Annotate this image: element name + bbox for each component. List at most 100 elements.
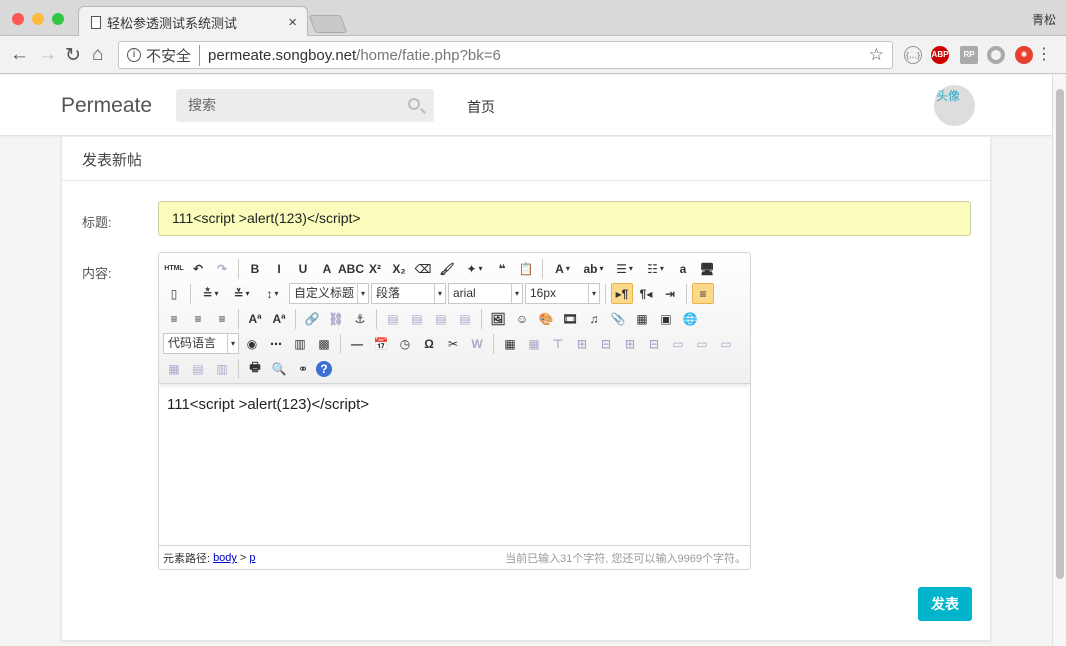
imageright-icon[interactable]: ▤ [430, 308, 452, 329]
splittocells-icon[interactable]: ▦ [163, 358, 185, 379]
circle-extension-icon[interactable] [987, 46, 1005, 64]
scrollbar-thumb[interactable] [1056, 89, 1064, 579]
title-input[interactable]: 111<script >alert(123)</script> [158, 201, 971, 236]
mergecells-icon[interactable]: ▭ [667, 333, 689, 354]
backcolor-icon[interactable]: ab [579, 258, 608, 279]
undo-icon[interactable]: ↶ [187, 258, 209, 279]
search-preview-icon[interactable]: 🔍 [268, 358, 290, 379]
imagecenter-icon[interactable]: ▤ [454, 308, 476, 329]
wordimage-icon[interactable]: ✂ [442, 333, 464, 354]
touppercase-icon[interactable]: Aª [244, 308, 266, 329]
paragraph-select[interactable]: 段落 [371, 283, 446, 304]
unordered-list-icon[interactable]: ☷ [641, 258, 670, 279]
scrollbar[interactable] [1052, 75, 1066, 646]
background-icon[interactable]: ▩ [313, 333, 335, 354]
selectall-icon[interactable]: a [672, 258, 694, 279]
template-icon[interactable]: ▥ [289, 333, 311, 354]
deletecol-icon[interactable]: ⊟ [643, 333, 665, 354]
rowspacing-bottom-icon[interactable]: ≚ [227, 283, 256, 304]
mergedown-icon[interactable]: ▭ [715, 333, 737, 354]
font-select[interactable]: arial [448, 283, 523, 304]
anchor-icon[interactable]: ⚓ [349, 308, 371, 329]
bold-icon[interactable]: B [244, 258, 266, 279]
code-select[interactable]: 代码语言 [163, 333, 239, 354]
splittocols-icon[interactable]: ▥ [211, 358, 233, 379]
unlink-icon[interactable]: ⛓ [325, 308, 347, 329]
emotion-icon[interactable]: ☺ [511, 308, 533, 329]
fire-extension-icon[interactable]: ✺ [1015, 46, 1033, 64]
snapscreen-icon[interactable]: W [466, 333, 488, 354]
brand-logo[interactable]: Permeate [61, 94, 152, 118]
formatmatch-icon[interactable]: 🖌 [436, 258, 458, 279]
rowspacing-top-icon[interactable]: ≛ [196, 283, 225, 304]
mergeright-icon[interactable]: ▭ [691, 333, 713, 354]
ordered-list-icon[interactable]: ☰ [610, 258, 639, 279]
autotypeset-icon[interactable]: ✦ [460, 258, 489, 279]
html-icon[interactable]: HTML [163, 258, 185, 279]
redo-icon[interactable]: ↷ [211, 258, 233, 279]
size-select[interactable]: 16px [525, 283, 600, 304]
justifyleft-icon[interactable]: ≡ [692, 283, 714, 304]
home-icon[interactable]: ⌂ [92, 44, 103, 66]
reload-icon[interactable]: ↻ [65, 44, 81, 67]
deletetable-icon[interactable]: ▦ [523, 333, 545, 354]
underline-icon[interactable]: U [292, 258, 314, 279]
tolowercase-icon[interactable]: Aª [268, 308, 290, 329]
print-icon[interactable]: 🖶 [244, 358, 266, 379]
path-body-link[interactable]: body [213, 552, 237, 564]
splittorows-icon[interactable]: ▤ [187, 358, 209, 379]
time-icon[interactable]: ◷ [394, 333, 416, 354]
justifyright-icon[interactable]: ≡ [187, 308, 209, 329]
scrawl-icon[interactable]: 🎨 [535, 308, 557, 329]
image-icon[interactable]: 🖼 [487, 308, 509, 329]
indent-icon[interactable]: ⇥ [659, 283, 681, 304]
justifyjustify-icon[interactable]: ≡ [211, 308, 233, 329]
imageleft-icon[interactable]: ▤ [406, 308, 428, 329]
preview-icon[interactable]: 🖥 [696, 258, 718, 279]
subscript-icon[interactable]: X₂ [388, 258, 410, 279]
removeformat-icon[interactable]: ⌫ [412, 258, 434, 279]
insertrow-icon[interactable]: ⊞ [571, 333, 593, 354]
extension-icon[interactable]: {…} [904, 46, 922, 64]
url-input[interactable]: i 不安全 permeate.songboy.net /home/fatie.p… [118, 41, 893, 69]
search-icon[interactable] [408, 98, 420, 110]
adblock-icon[interactable]: ABP [931, 46, 949, 64]
rtl-icon[interactable]: ¶◂ [635, 283, 657, 304]
back-icon[interactable]: ← [10, 44, 29, 66]
justifycenter-icon[interactable]: ≡ [163, 308, 185, 329]
searchreplace-icon[interactable]: ⚭ [292, 358, 314, 379]
avatar[interactable]: 头像 [934, 85, 975, 126]
imagenone-icon[interactable]: ▤ [382, 308, 404, 329]
browser-menu-icon[interactable]: ⋮ [1036, 44, 1052, 64]
pagebreak-icon[interactable]: ⋯ [265, 333, 287, 354]
submit-button[interactable]: 发表 [918, 587, 972, 621]
browser-tab[interactable]: 轻松参透测试系统测试 × [78, 6, 308, 37]
spechars-icon[interactable]: Ω [418, 333, 440, 354]
pasteplain-icon[interactable]: 📋 [515, 258, 537, 279]
superscript-icon[interactable]: X² [364, 258, 386, 279]
video-icon[interactable]: 🎞 [559, 308, 581, 329]
map-icon[interactable]: ▦ [631, 308, 653, 329]
insertcol-icon[interactable]: ⊞ [619, 333, 641, 354]
music-icon[interactable]: ♫ [583, 308, 605, 329]
ltr-icon[interactable]: ▸¶ [611, 283, 633, 304]
insertparagraph-icon[interactable]: ⊤ [547, 333, 569, 354]
horizontal-icon[interactable]: — [346, 333, 368, 354]
help-icon[interactable]: ? [316, 360, 332, 377]
profile-name[interactable]: 青松 [1032, 11, 1056, 28]
search-input[interactable]: 搜索 [176, 89, 434, 122]
bookmark-star-icon[interactable]: ☆ [869, 45, 884, 65]
blockquote-icon[interactable]: ❝ [491, 258, 513, 279]
new-tab-button[interactable] [308, 15, 348, 33]
lineheight-icon[interactable]: ↕ [258, 283, 287, 304]
close-window-button[interactable] [12, 13, 24, 25]
cleardoc-icon[interactable]: ▯ [163, 283, 185, 304]
nav-home-link[interactable]: 首页 [467, 97, 495, 117]
maximize-window-button[interactable] [52, 13, 64, 25]
rp-extension-icon[interactable]: RP [960, 46, 978, 64]
heading-select[interactable]: 自定义标题 [289, 283, 369, 304]
strikethrough-icon[interactable]: ABC [338, 258, 364, 279]
fontborder-icon[interactable]: A [316, 258, 338, 279]
close-tab-icon[interactable]: × [288, 14, 297, 31]
attachment-icon[interactable]: 📎 [607, 308, 629, 329]
